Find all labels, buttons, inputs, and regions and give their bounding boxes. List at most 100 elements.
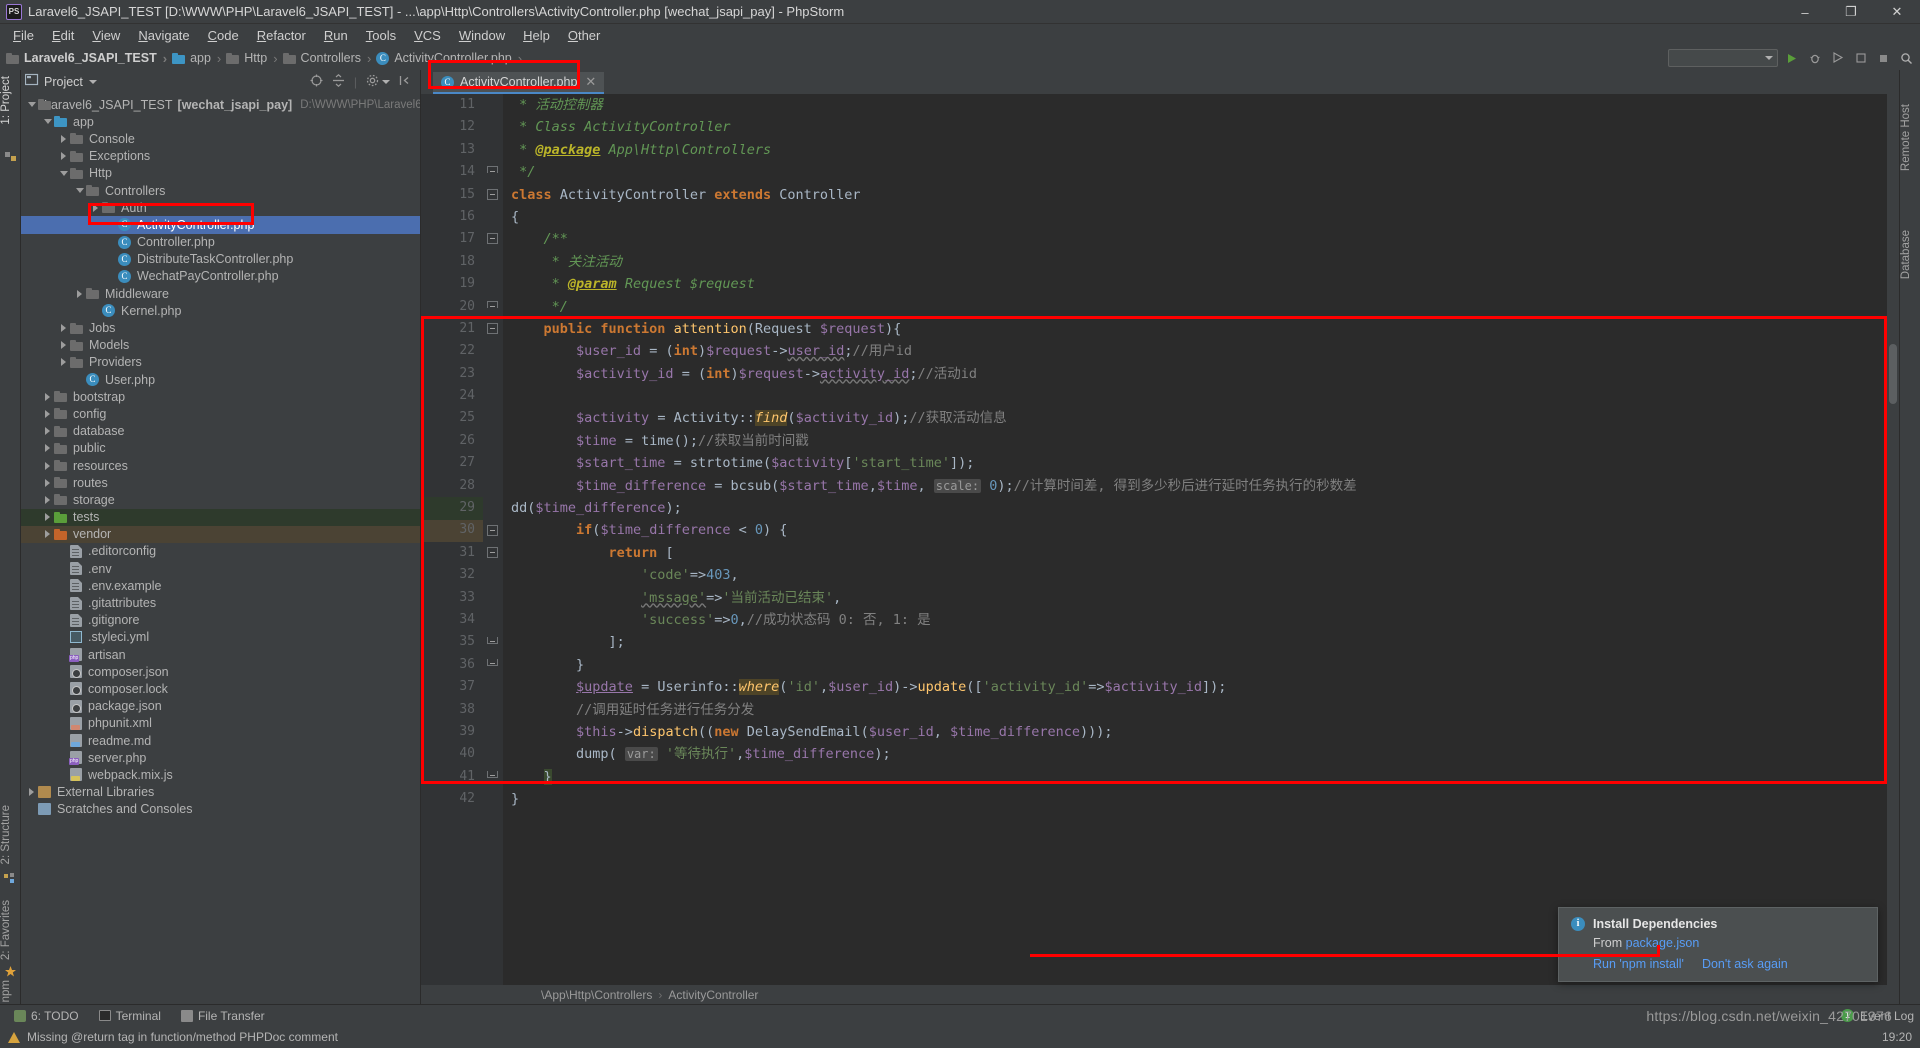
tool-window-database[interactable]: Database (1900, 230, 1920, 279)
tree-item-composer-lock[interactable]: composer.lock (21, 680, 420, 697)
tree-item-activitycontroller-php[interactable]: C ActivityController.php (21, 216, 420, 234)
menu-refactor[interactable]: Refactor (248, 26, 315, 45)
project-file-tree[interactable]: Laravel6_JSAPI_TEST [wechat_jsapi_pay] D:\… (21, 94, 420, 1004)
chevron-right-icon[interactable] (41, 459, 54, 472)
run-npm-install-link[interactable]: Run 'npm install' (1593, 957, 1684, 971)
tree-item-config[interactable]: config (21, 405, 420, 422)
code-line[interactable]: 'code'=>403, (503, 564, 1887, 586)
chevron-right-icon[interactable] (57, 339, 70, 352)
chevron-right-icon[interactable] (41, 493, 54, 506)
tool-window-favorites[interactable]: 2: Favorites (0, 900, 21, 960)
code-line[interactable]: { (503, 206, 1887, 228)
chevron-right-icon[interactable] (41, 425, 54, 438)
code-fold-marker[interactable] (487, 524, 498, 536)
tree-item-wechatpaycontroller-php[interactable]: C WechatPayController.php (21, 268, 420, 285)
code-fold-marker[interactable] (487, 636, 498, 644)
tree-item-phpunit-xml[interactable]: phpunit.xml (21, 715, 420, 732)
bottom-item-terminal[interactable]: Terminal (89, 1009, 171, 1023)
chevron-down-icon[interactable] (382, 80, 390, 84)
code-line[interactable]: 'success'=>0,//成功状态码 0: 否, 1: 是 (503, 609, 1887, 631)
tree-item-public[interactable]: public (21, 440, 420, 457)
code-line[interactable]: dump( var: '等待执行',$time_difference); (503, 743, 1887, 765)
menu-other[interactable]: Other (559, 26, 610, 45)
menu-view[interactable]: View (83, 26, 129, 45)
menu-window[interactable]: Window (450, 26, 514, 45)
chevron-down-icon[interactable] (57, 167, 70, 180)
breadcrumb-item-app[interactable]: app › (172, 51, 226, 66)
chevron-right-icon[interactable] (57, 150, 70, 163)
tree-item--editorconfig[interactable]: .editorconfig (21, 543, 420, 560)
menu-navigate[interactable]: Navigate (129, 26, 198, 45)
editor-scrollbar[interactable] (1887, 94, 1899, 985)
menu-edit[interactable]: Edit (43, 26, 83, 45)
menu-tools[interactable]: Tools (357, 26, 405, 45)
chevron-right-icon[interactable] (41, 442, 54, 455)
locate-icon[interactable] (310, 74, 323, 90)
tree-item-distributetaskcontroller-php[interactable]: C DistributeTaskController.php (21, 251, 420, 268)
tree-item-package-json[interactable]: package.json (21, 698, 420, 715)
code-line[interactable]: //调用延时任务进行任务分发 (503, 699, 1887, 721)
tree-item-http[interactable]: Http (21, 165, 420, 182)
breadcrumb-class[interactable]: ActivityController (668, 988, 758, 1002)
menu-code[interactable]: Code (199, 26, 248, 45)
tab-activitycontroller-php[interactable]: C ActivityController.php ✕ (433, 72, 605, 94)
code-line[interactable]: $time = time();//获取当前时间戳 (503, 430, 1887, 452)
tree-item--gitattributes[interactable]: .gitattributes (21, 594, 420, 611)
code-fold-marker[interactable] (487, 233, 498, 245)
tree-item-jobs[interactable]: Jobs (21, 319, 420, 336)
code-line[interactable]: } (503, 788, 1887, 810)
chevron-right-icon[interactable] (41, 476, 54, 489)
code-line[interactable]: } (503, 654, 1887, 676)
chevron-right-icon[interactable] (25, 786, 38, 799)
tree-item-kernel-php[interactable]: C Kernel.php (21, 302, 420, 319)
run-icon[interactable] (1782, 49, 1801, 68)
code-line[interactable]: public function attention(Request $reque… (503, 318, 1887, 340)
tree-item-server-php[interactable]: server.php (21, 749, 420, 766)
hide-panel-icon[interactable] (399, 74, 412, 90)
tree-item-middleware[interactable]: Middleware (21, 285, 420, 302)
chevron-right-icon[interactable] (57, 356, 70, 369)
chevron-right-icon[interactable] (57, 322, 70, 335)
code-fold-marker[interactable] (487, 300, 498, 308)
tool-window-structure[interactable]: 2: Structure (0, 805, 21, 864)
dont-ask-again-link[interactable]: Don't ask again (1702, 957, 1788, 971)
code-line[interactable]: * @param Request $request (503, 273, 1887, 295)
star-icon[interactable] (4, 965, 17, 978)
chevron-right-icon[interactable] (41, 407, 54, 420)
code-fold-marker[interactable] (487, 323, 498, 334)
chevron-right-icon[interactable] (41, 390, 54, 403)
code-line[interactable]: $activity_id = (int)$request->activity_i… (503, 363, 1887, 385)
tree-item-controllers[interactable]: Controllers (21, 182, 420, 199)
menu-help[interactable]: Help (514, 26, 559, 45)
caret-position[interactable]: 19:20 (1882, 1030, 1912, 1044)
code-line[interactable]: $this->dispatch((new DelaySendEmail($use… (503, 721, 1887, 743)
tree-item-routes[interactable]: routes (21, 474, 420, 491)
close-button[interactable]: ✕ (1874, 0, 1920, 24)
tool-window-project[interactable]: 1: Project (0, 76, 21, 125)
chevron-right-icon[interactable] (41, 528, 54, 541)
chevron-right-icon[interactable] (57, 132, 70, 145)
chevron-right-icon[interactable] (89, 201, 102, 214)
code-line[interactable]: $user_id = (int)$request->user_id;//用户id (503, 340, 1887, 362)
breadcrumb-item-activitycontroller-php[interactable]: C ActivityController.php › (376, 51, 527, 66)
search-everywhere-icon[interactable] (1897, 49, 1916, 68)
code-line[interactable]: * 活动控制器 (503, 94, 1887, 116)
chevron-down-icon[interactable] (41, 115, 54, 128)
code-line[interactable]: if($time_difference < 0) { (503, 519, 1887, 541)
chevron-down-icon[interactable] (88, 80, 97, 84)
code-fold-marker[interactable] (487, 771, 498, 778)
code-line[interactable]: $activity = Activity::find($activity_id)… (503, 407, 1887, 429)
breadcrumb-item-laravel6_jsapi_test[interactable]: Laravel6_JSAPI_TEST › (6, 51, 172, 66)
code-fold-marker[interactable] (487, 188, 498, 200)
chevron-down-icon[interactable] (25, 98, 38, 111)
tree-item-exceptions[interactable]: Exceptions (21, 148, 420, 165)
code-line[interactable]: $update = Userinfo::where('id',$user_id)… (503, 676, 1887, 698)
tree-item-artisan[interactable]: artisan (21, 646, 420, 663)
code-line[interactable]: ]; (503, 631, 1887, 653)
tree-item-readme-md[interactable]: readme.md (21, 732, 420, 749)
bottom-item-file-transfer[interactable]: File Transfer (171, 1009, 275, 1023)
tree-item-models[interactable]: Models (21, 337, 420, 354)
tree-item-laravel6_jsapi_test[interactable]: Laravel6_JSAPI_TEST [wechat_jsapi_pay] D:\… (21, 96, 420, 113)
structure-icon[interactable] (4, 873, 17, 886)
tree-item-providers[interactable]: Providers (21, 354, 420, 371)
